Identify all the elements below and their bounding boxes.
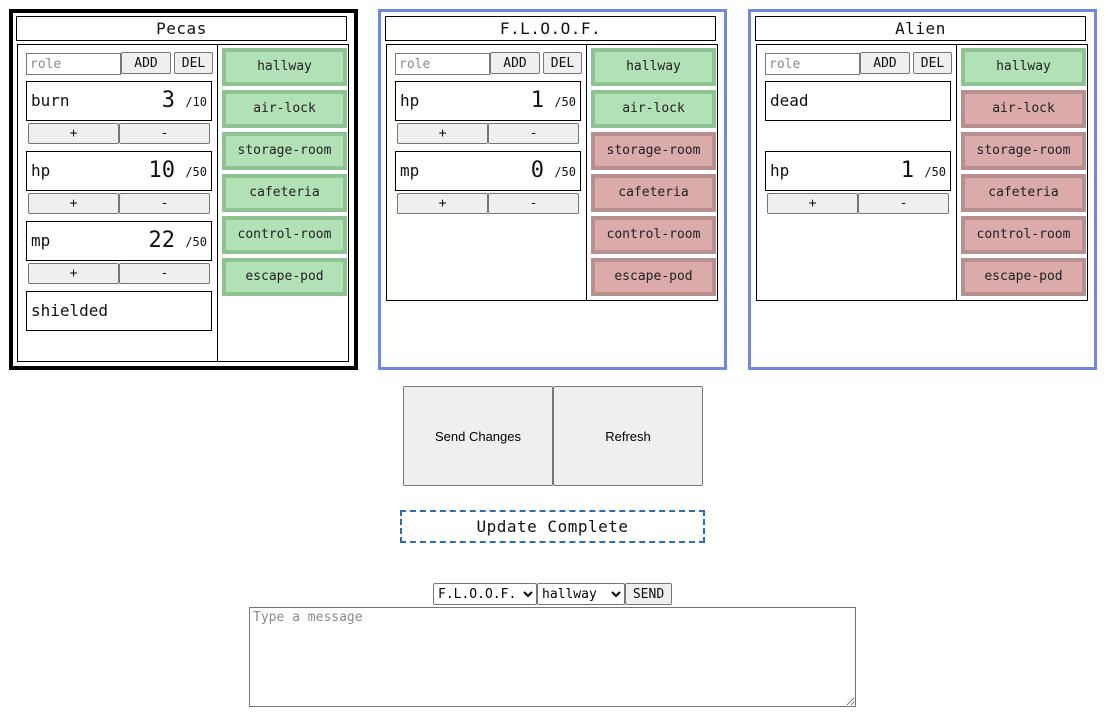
rooms-panel: hallway air-lock storage-room cafeteria … (586, 44, 718, 301)
stat-value: 10 (148, 158, 176, 183)
decrement-hp-button[interactable]: - (488, 123, 579, 144)
stat-name: mp (400, 161, 420, 180)
stat-max: /50 (924, 165, 946, 179)
stat-name: burn (31, 91, 70, 110)
refresh-button[interactable]: Refresh (553, 386, 703, 486)
stat-max: /10 (185, 95, 207, 109)
stat-value: 1 (900, 158, 914, 183)
stat-name: mp (31, 231, 51, 250)
delete-role-button[interactable]: DEL (913, 52, 952, 74)
stat-max: /50 (554, 165, 576, 179)
add-role-button[interactable]: ADD (860, 52, 910, 74)
room-storage-room[interactable]: storage-room (961, 132, 1086, 170)
target-room-select[interactable]: hallway (537, 583, 625, 605)
room-air-lock[interactable]: air-lock (591, 90, 716, 128)
room-air-lock[interactable]: air-lock (222, 90, 347, 128)
stat-name: hp (770, 161, 790, 180)
delete-role-button[interactable]: DEL (174, 52, 213, 74)
tag-text: shielded (31, 301, 109, 320)
stat-hp: hp 1 /50 (765, 151, 951, 191)
stat-name: hp (400, 91, 420, 110)
increment-hp-button[interactable]: + (397, 123, 488, 144)
delete-role-button[interactable]: DEL (543, 52, 582, 74)
character-name: Pecas (16, 16, 347, 41)
decrement-burn-button[interactable]: - (119, 123, 210, 144)
room-cafeteria[interactable]: cafeteria (222, 174, 347, 212)
decrement-hp-button[interactable]: - (119, 193, 210, 214)
room-air-lock[interactable]: air-lock (961, 90, 1086, 128)
stat-max: /50 (554, 95, 576, 109)
stat-value: 0 (530, 158, 544, 183)
room-hallway[interactable]: hallway (222, 48, 347, 86)
stat-max: /50 (185, 235, 207, 249)
room-control-room[interactable]: control-room (591, 216, 716, 254)
room-escape-pod[interactable]: escape-pod (591, 258, 716, 296)
increment-burn-button[interactable]: + (28, 123, 119, 144)
tag-dead: dead (765, 81, 951, 121)
stats-panel: ADD DEL hp 1 /50 + - mp 0 /50 + - (386, 44, 587, 301)
stat-value: 3 (161, 88, 175, 113)
role-input[interactable] (26, 53, 121, 75)
role-input[interactable] (395, 53, 490, 75)
stat-burn: burn 3 /10 (26, 81, 212, 121)
stat-mp: mp 0 /50 (395, 151, 581, 191)
rooms-panel: hallway air-lock storage-room cafeteria … (956, 44, 1088, 301)
room-hallway[interactable]: hallway (591, 48, 716, 86)
character-card-pecas: Pecas ADD DEL burn 3 /10 + - hp 10 /50 +… (9, 9, 358, 370)
status-message: Update Complete (400, 510, 705, 543)
increment-mp-button[interactable]: + (397, 193, 488, 214)
stat-name: hp (31, 161, 51, 180)
add-role-button[interactable]: ADD (490, 52, 540, 74)
add-role-button[interactable]: ADD (121, 52, 171, 74)
stat-mp: mp 22 /50 (26, 221, 212, 261)
room-storage-room[interactable]: storage-room (591, 132, 716, 170)
room-control-room[interactable]: control-room (222, 216, 347, 254)
decrement-mp-button[interactable]: - (119, 263, 210, 284)
stat-value: 1 (530, 88, 544, 113)
room-control-room[interactable]: control-room (961, 216, 1086, 254)
room-hallway[interactable]: hallway (961, 48, 1086, 86)
room-cafeteria[interactable]: cafeteria (591, 174, 716, 212)
decrement-mp-button[interactable]: - (488, 193, 579, 214)
stats-panel: ADD DEL dead hp 1 /50 + - (756, 44, 957, 301)
stat-max: /50 (185, 165, 207, 179)
stat-value: 22 (148, 228, 176, 253)
tag-text: dead (770, 91, 809, 110)
room-escape-pod[interactable]: escape-pod (961, 258, 1086, 296)
increment-hp-button[interactable]: + (767, 193, 858, 214)
message-input[interactable] (249, 607, 856, 707)
increment-mp-button[interactable]: + (28, 263, 119, 284)
stats-panel: ADD DEL burn 3 /10 + - hp 10 /50 + - mp … (17, 44, 218, 362)
room-storage-room[interactable]: storage-room (222, 132, 347, 170)
room-escape-pod[interactable]: escape-pod (222, 258, 347, 296)
tag-shielded: shielded (26, 291, 212, 331)
target-character-select[interactable]: F.L.O.O.F. (433, 583, 537, 605)
character-card-alien: Alien ADD DEL dead hp 1 /50 + - hallway … (748, 9, 1097, 370)
stat-hp: hp 1 /50 (395, 81, 581, 121)
increment-hp-button[interactable]: + (28, 193, 119, 214)
character-name: F.L.O.O.F. (385, 16, 716, 41)
send-message-button[interactable]: SEND (625, 583, 672, 605)
decrement-hp-button[interactable]: - (858, 193, 949, 214)
send-changes-button[interactable]: Send Changes (403, 386, 553, 486)
rooms-panel: hallway air-lock storage-room cafeteria … (217, 44, 349, 362)
character-name: Alien (755, 16, 1086, 41)
character-card-floof: F.L.O.O.F. ADD DEL hp 1 /50 + - mp 0 /50… (378, 9, 727, 370)
stat-hp: hp 10 /50 (26, 151, 212, 191)
role-input[interactable] (765, 53, 860, 75)
room-cafeteria[interactable]: cafeteria (961, 174, 1086, 212)
